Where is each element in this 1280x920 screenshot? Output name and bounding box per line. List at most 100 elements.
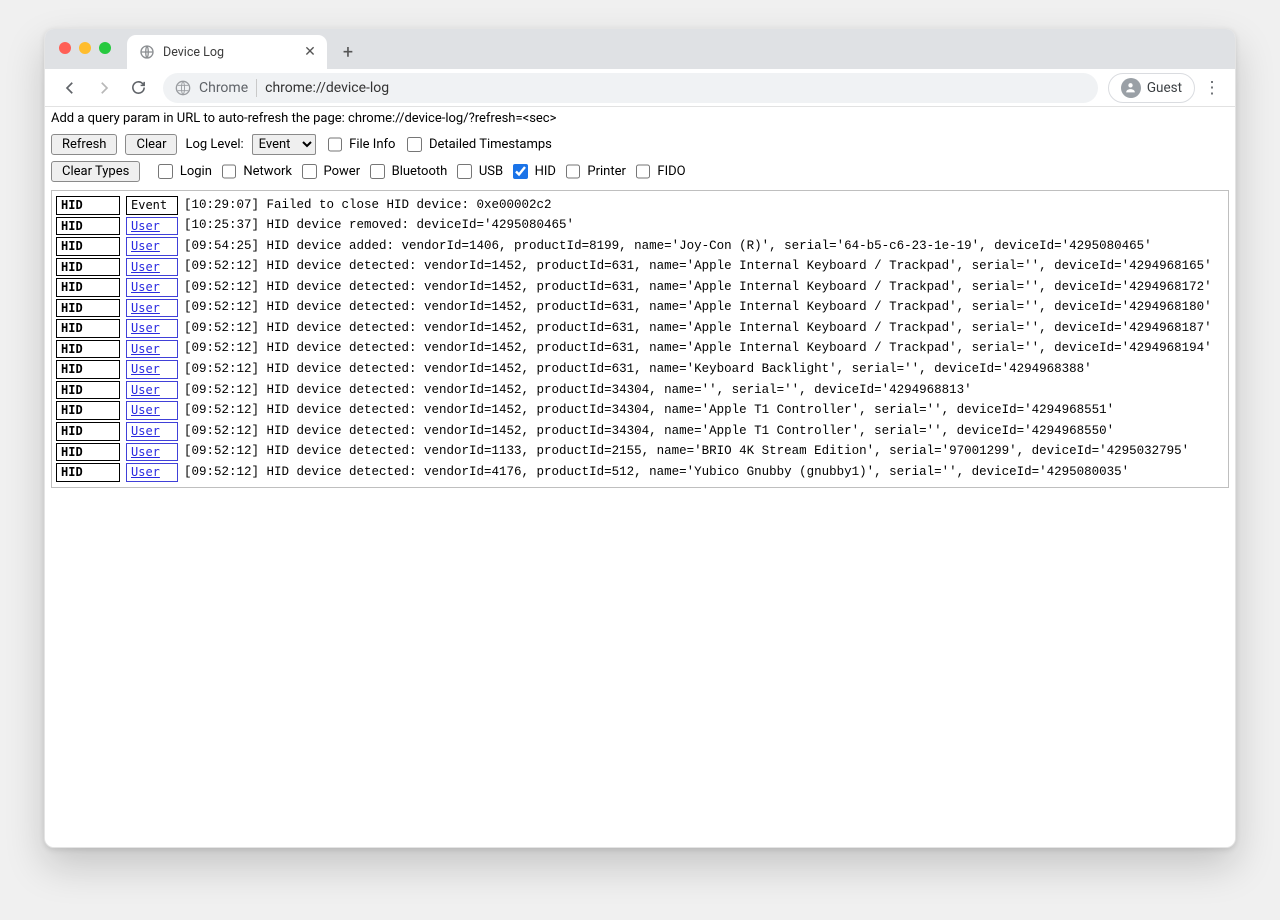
type-filter-bluetooth[interactable]: Bluetooth xyxy=(366,161,447,182)
maximize-window-button[interactable] xyxy=(99,42,111,54)
type-filter-login[interactable]: Login xyxy=(154,161,212,182)
clear-types-button[interactable]: Clear Types xyxy=(51,161,140,182)
log-level-tag[interactable]: User xyxy=(126,278,178,297)
log-message: [09:52:12] HID device detected: vendorId… xyxy=(184,299,1212,316)
log-row: HIDUser[09:52:12] HID device detected: v… xyxy=(56,380,1224,401)
close-tab-icon[interactable]: ✕ xyxy=(303,44,317,60)
log-type-tag: HID xyxy=(56,237,120,256)
omnibox-divider xyxy=(256,79,257,97)
type-filter-network[interactable]: Network xyxy=(218,161,292,182)
type-filter-box-hid[interactable] xyxy=(513,164,528,179)
type-filter-box-login[interactable] xyxy=(158,164,173,179)
log-row: HIDEvent[10:29:07] Failed to close HID d… xyxy=(56,195,1224,216)
type-filter-label: Login xyxy=(180,164,212,179)
detailed-ts-checkbox[interactable]: Detailed Timestamps xyxy=(403,134,551,155)
type-filter-power[interactable]: Power xyxy=(298,161,360,182)
browser-tab[interactable]: Device Log ✕ xyxy=(127,35,327,69)
log-level-tag[interactable]: User xyxy=(126,381,178,400)
log-message: [09:52:12] HID device detected: vendorId… xyxy=(184,423,1114,440)
globe-icon xyxy=(139,44,155,60)
reload-button[interactable] xyxy=(123,73,153,103)
log-type-tag: HID xyxy=(56,381,120,400)
log-message: [09:54:25] HID device added: vendorId=14… xyxy=(184,238,1152,255)
log-message: [09:52:12] HID device detected: vendorId… xyxy=(184,443,1189,460)
log-type-tag: HID xyxy=(56,401,120,420)
log-message: [10:25:37] HID device removed: deviceId=… xyxy=(184,217,574,234)
omnibox[interactable]: Chrome chrome://device-log xyxy=(163,73,1098,103)
log-row: HID User [10:25:37] HID device removed: de… xyxy=(56,216,1224,237)
controls-row-2: Clear Types Login Network Power Bluetooth US… xyxy=(45,161,1235,190)
type-filter-fido[interactable]: FIDO xyxy=(632,161,686,182)
log-message: [09:52:12] HID device detected: vendorId… xyxy=(184,361,1092,378)
detailed-ts-label: Detailed Timestamps xyxy=(429,137,552,152)
log-row: HIDUser[09:52:12] HID device detected: v… xyxy=(56,421,1224,442)
log-level-tag[interactable]: User xyxy=(126,401,178,420)
profile-chip[interactable]: Guest xyxy=(1108,73,1195,103)
type-filter-label: Bluetooth xyxy=(392,164,448,179)
log-level-select[interactable]: ErrorUserEventDebug xyxy=(252,134,316,155)
profile-label: Guest xyxy=(1147,80,1182,96)
type-filter-box-usb[interactable] xyxy=(457,164,472,179)
log-level-tag[interactable]: User xyxy=(126,217,178,236)
log-message: [10:29:07] Failed to close HID device: 0… xyxy=(184,197,552,214)
log-message: [09:52:12] HID device detected: vendorId… xyxy=(184,258,1212,275)
refresh-button[interactable]: Refresh xyxy=(51,134,117,155)
log-level-tag[interactable]: User xyxy=(126,319,178,338)
type-filter-label: Network xyxy=(243,164,292,179)
forward-button[interactable] xyxy=(89,73,119,103)
log-row: HIDUser[09:52:12] HID device detected: v… xyxy=(56,359,1224,380)
controls-row-1: Refresh Clear Log Level: ErrorUserEventD… xyxy=(45,132,1235,161)
log-row: HID User [09:52:12] HID device detected: v… xyxy=(56,257,1224,278)
type-filter-label: HID xyxy=(535,164,556,179)
log-row: HID User [09:52:12] HID device detected: v… xyxy=(56,277,1224,298)
omnibox-url: chrome://device-log xyxy=(265,80,389,96)
log-level-tag[interactable]: User xyxy=(126,299,178,318)
new-tab-button[interactable]: + xyxy=(333,37,363,67)
minimize-window-button[interactable] xyxy=(79,42,91,54)
type-filter-box-printer[interactable] xyxy=(566,164,581,179)
log-message: [09:52:12] HID device detected: vendorId… xyxy=(184,402,1114,419)
log-type-tag: HID xyxy=(56,217,120,236)
log-row: HID User [09:54:25] HID device added: vend… xyxy=(56,236,1224,257)
log-level-tag[interactable]: User xyxy=(126,237,178,256)
type-filter-box-power[interactable] xyxy=(302,164,317,179)
log-level-tag[interactable]: User xyxy=(126,443,178,462)
log-level-tag[interactable]: User xyxy=(126,360,178,379)
close-window-button[interactable] xyxy=(59,42,71,54)
log-message: [09:52:12] HID device detected: vendorId… xyxy=(184,279,1212,296)
file-info-label: File Info xyxy=(349,137,395,152)
page-content: Add a query param in URL to auto-refresh… xyxy=(45,107,1235,847)
log-row: HID User [09:52:12] HID device detected: v… xyxy=(56,400,1224,421)
log-list: HIDEvent[10:29:07] Failed to close HID d… xyxy=(51,190,1229,488)
browser-window: Device Log ✕ + Chrome chrome://device-lo… xyxy=(44,28,1236,848)
site-info-icon xyxy=(175,80,191,96)
log-level-tag[interactable]: User xyxy=(126,422,178,441)
log-message: [09:52:12] HID device detected: vendorId… xyxy=(184,464,1129,481)
type-filter-printer[interactable]: Printer xyxy=(562,161,626,182)
file-info-box[interactable] xyxy=(328,137,343,152)
type-filter-box-bluetooth[interactable] xyxy=(370,164,385,179)
tab-title: Device Log xyxy=(163,45,303,60)
log-type-tag: HID xyxy=(56,278,120,297)
log-type-tag: HID xyxy=(56,258,120,277)
avatar-icon xyxy=(1121,78,1141,98)
type-filter-usb[interactable]: USB xyxy=(453,161,503,182)
log-type-tag: HID xyxy=(56,443,120,462)
type-filter-hid[interactable]: HID xyxy=(509,161,556,182)
file-info-checkbox[interactable]: File Info xyxy=(324,134,396,155)
clear-button[interactable]: Clear xyxy=(125,134,177,155)
log-type-tag: HID xyxy=(56,340,120,359)
log-level-tag[interactable]: User xyxy=(126,340,178,359)
log-level-tag[interactable]: User xyxy=(126,463,178,482)
type-filter-box-fido[interactable] xyxy=(636,164,651,179)
type-filter-box-network[interactable] xyxy=(222,164,237,179)
type-filter-label: FIDO xyxy=(657,164,685,179)
kebab-menu-button[interactable]: ⋮ xyxy=(1199,78,1225,98)
back-button[interactable] xyxy=(55,73,85,103)
omnibox-origin: Chrome xyxy=(199,80,248,96)
detailed-ts-box[interactable] xyxy=(407,137,422,152)
log-row: HID User [09:52:12] HID device detected: v… xyxy=(56,442,1224,463)
browser-toolbar: Chrome chrome://device-log Guest ⋮ xyxy=(45,69,1235,107)
type-filter-group: Login Network Power Bluetooth USB HID Printer F… xyxy=(154,161,685,182)
log-level-tag[interactable]: User xyxy=(126,258,178,277)
